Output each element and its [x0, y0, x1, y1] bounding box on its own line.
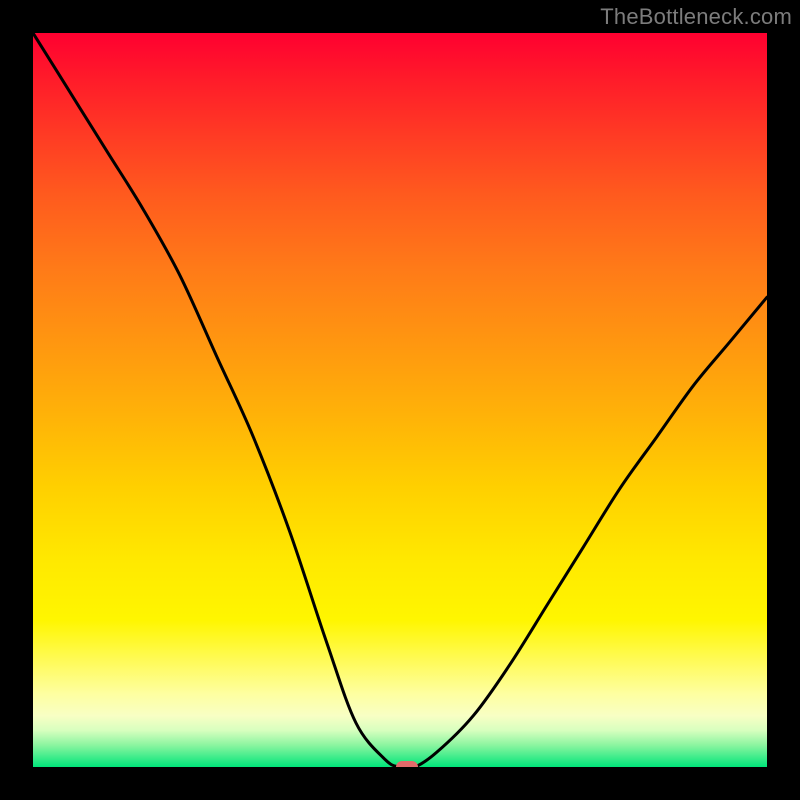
bottleneck-curve: [33, 33, 767, 767]
chart-frame: TheBottleneck.com: [0, 0, 800, 800]
watermark-text: TheBottleneck.com: [600, 4, 792, 30]
target-marker: [396, 761, 418, 767]
plot-area: [33, 33, 767, 767]
